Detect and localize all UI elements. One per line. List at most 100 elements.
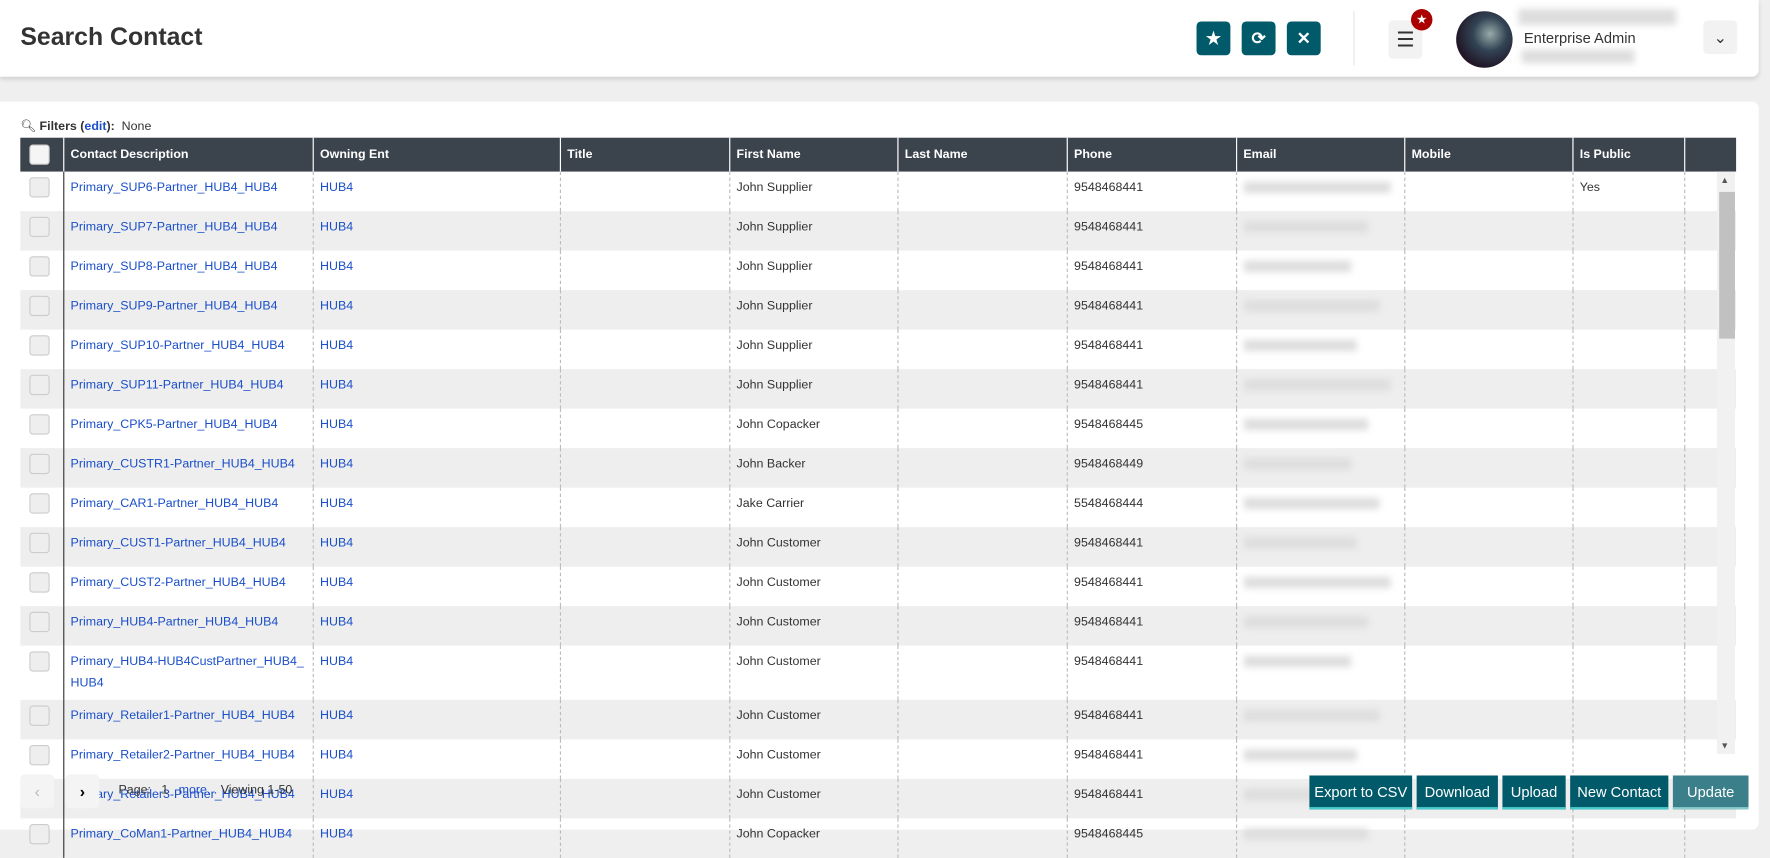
row-checkbox[interactable]	[29, 651, 50, 672]
table-row[interactable]: Primary_Retailer1-Partner_HUB4_HUB4 HUB4…	[20, 699, 1737, 740]
table-row[interactable]: Primary_SUP11-Partner_HUB4_HUB4 HUB4 Joh…	[20, 369, 1737, 409]
table-row[interactable]: Primary_HUB4-Partner_HUB4_HUB4 HUB4 John…	[20, 606, 1737, 646]
last-name-cell	[896, 487, 1067, 528]
contact-link[interactable]: Primary_CoMan1-Partner_HUB4_HUB4	[71, 827, 293, 841]
row-checkbox[interactable]	[29, 611, 50, 633]
table-row[interactable]: Primary_SUP6-Partner_HUB4_HUB4 HUB4 John…	[20, 171, 1737, 212]
filters-edit-link[interactable]: edit	[84, 120, 106, 134]
contact-link[interactable]: Primary_Retailer2-Partner_HUB4_HUB4	[71, 748, 295, 762]
contact-link[interactable]: Primary_SUP9-Partner_HUB4_HUB4	[71, 299, 278, 313]
update-button[interactable]: Update	[1672, 775, 1749, 810]
contact-link[interactable]: Primary_CPK5-Partner_HUB4_HUB4	[71, 418, 278, 432]
table-row[interactable]: Primary_SUP8-Partner_HUB4_HUB4 HUB4 John…	[20, 250, 1737, 291]
owning-ent-link[interactable]: HUB4	[320, 497, 353, 511]
export-csv-button[interactable]: Export to CSV	[1309, 775, 1413, 810]
owning-ent-link[interactable]: HUB4	[320, 827, 353, 841]
column-header[interactable]: Is Public	[1571, 137, 1685, 172]
row-checkbox[interactable]	[29, 493, 50, 514]
row-checkbox[interactable]	[29, 745, 50, 766]
owning-ent-link[interactable]: HUB4	[320, 260, 353, 274]
close-button[interactable]: ✕	[1286, 21, 1321, 56]
table-row[interactable]: Primary_CAR1-Partner_HUB4_HUB4 HUB4 Jake…	[20, 487, 1737, 528]
contact-link[interactable]: Primary_CAR1-Partner_HUB4_HUB4	[71, 497, 279, 511]
upload-button[interactable]: Upload	[1502, 775, 1566, 810]
table-row[interactable]: Primary_CPK5-Partner_HUB4_HUB4 HUB4 John…	[20, 408, 1737, 449]
table-row[interactable]: Primary_SUP7-Partner_HUB4_HUB4 HUB4 John…	[20, 211, 1737, 251]
contact-link[interactable]: Primary_Retailer1-Partner_HUB4_HUB4	[71, 709, 295, 723]
row-checkbox[interactable]	[29, 532, 50, 554]
close-icon: ✕	[1296, 29, 1311, 49]
column-header[interactable]: First Name	[728, 137, 898, 172]
scrollbar-thumb[interactable]	[1719, 191, 1735, 339]
row-checkbox[interactable]	[29, 216, 50, 238]
table-row[interactable]: Primary_Retailer2-Partner_HUB4_HUB4 HUB4…	[20, 739, 1737, 779]
row-checkbox[interactable]	[29, 414, 50, 435]
row-checkbox[interactable]	[29, 453, 50, 475]
contact-link[interactable]: Primary_SUP6-Partner_HUB4_HUB4	[71, 181, 278, 195]
table-row[interactable]: Primary_SUP10-Partner_HUB4_HUB4 HUB4 Joh…	[20, 329, 1737, 370]
new-contact-button[interactable]: New Contact	[1570, 775, 1669, 810]
contact-link[interactable]: Primary_SUP7-Partner_HUB4_HUB4	[71, 220, 278, 234]
owning-ent-link[interactable]: HUB4	[320, 655, 353, 669]
row-checkbox[interactable]	[29, 256, 50, 277]
contact-link[interactable]: Primary_CUST2-Partner_HUB4_HUB4	[71, 576, 286, 590]
table-row[interactable]: Primary_SUP9-Partner_HUB4_HUB4 HUB4 John…	[20, 290, 1737, 330]
column-header[interactable]: Phone	[1066, 137, 1237, 172]
table-row[interactable]: Primary_CUST2-Partner_HUB4_HUB4 HUB4 Joh…	[20, 566, 1737, 607]
title-cell	[559, 250, 730, 291]
table-row[interactable]: Primary_CoMan1-Partner_HUB4_HUB4 HUB4 Jo…	[20, 818, 1737, 858]
table-row[interactable]: Primary_HUB4-HUB4CustPartner_HUB4_HUB4 H…	[20, 645, 1737, 700]
contact-link[interactable]: Primary_SUP8-Partner_HUB4_HUB4	[71, 260, 278, 274]
contact-link[interactable]: Primary_SUP11-Partner_HUB4_HUB4	[71, 378, 284, 392]
contact-link[interactable]: Primary_CUSTR1-Partner_HUB4_HUB4	[71, 457, 295, 471]
table-row[interactable]: Primary_CUST1-Partner_HUB4_HUB4 HUB4 Joh…	[20, 527, 1737, 567]
row-checkbox[interactable]	[29, 335, 50, 356]
column-header[interactable]: Title	[559, 137, 730, 172]
owning-ent-link[interactable]: HUB4	[320, 457, 353, 471]
user-menu-button[interactable]: ⌄	[1703, 20, 1738, 55]
row-checkbox[interactable]	[29, 374, 50, 396]
contact-link[interactable]: Primary_HUB4-HUB4CustPartner_HUB4_HUB4	[71, 655, 304, 690]
column-header[interactable]: Owning Ent	[312, 137, 560, 172]
contact-link[interactable]: Primary_HUB4-Partner_HUB4_HUB4	[71, 615, 279, 629]
select-all-checkbox[interactable]	[20, 137, 64, 172]
owning-ent-link[interactable]: HUB4	[320, 709, 353, 723]
owning-ent-link[interactable]: HUB4	[320, 788, 353, 802]
owning-ent-link[interactable]: HUB4	[320, 536, 353, 550]
download-button[interactable]: Download	[1416, 775, 1498, 810]
owning-ent-link[interactable]: HUB4	[320, 615, 353, 629]
more-pages-link[interactable]: more...	[179, 783, 218, 797]
row-checkbox[interactable]	[29, 177, 50, 198]
prev-page-button[interactable]: ‹	[20, 774, 55, 809]
favorite-button[interactable]: ★	[1196, 21, 1231, 56]
owning-ent-link[interactable]: HUB4	[320, 181, 353, 195]
mobile-cell	[1403, 211, 1573, 251]
row-checkbox[interactable]	[29, 295, 50, 317]
owning-ent-link[interactable]: HUB4	[320, 299, 353, 313]
table-row[interactable]: Primary_CUSTR1-Partner_HUB4_HUB4 HUB4 Jo…	[20, 448, 1737, 488]
column-header[interactable]: Last Name	[896, 137, 1067, 172]
owning-ent-link[interactable]: HUB4	[320, 418, 353, 432]
owning-ent-link[interactable]: HUB4	[320, 576, 353, 590]
contact-link[interactable]: Primary_SUP10-Partner_HUB4_HUB4	[71, 339, 285, 353]
owning-ent-link[interactable]: HUB4	[320, 220, 353, 234]
owning-ent-link[interactable]: HUB4	[320, 748, 353, 762]
row-checkbox[interactable]	[29, 572, 50, 593]
is-public-cell	[1571, 818, 1685, 858]
next-page-button[interactable]: ›	[65, 774, 100, 809]
avatar[interactable]	[1456, 11, 1513, 68]
owning-ent-link[interactable]: HUB4	[320, 378, 353, 392]
contact-link[interactable]: Primary_CUST1-Partner_HUB4_HUB4	[71, 536, 286, 550]
column-header[interactable]: Email	[1235, 137, 1405, 172]
column-header[interactable]: Mobile	[1403, 137, 1573, 172]
email-cell-blurred	[1235, 290, 1405, 330]
row-checkbox[interactable]	[29, 705, 50, 726]
row-checkbox[interactable]	[29, 824, 50, 845]
title-cell	[559, 290, 730, 330]
notification-badge[interactable]: ★	[1411, 9, 1433, 31]
table-scrollbar[interactable]: ▲ ▼	[1716, 171, 1735, 755]
refresh-button[interactable]: ⟳	[1241, 21, 1276, 56]
email-cell-blurred	[1235, 448, 1405, 488]
column-header[interactable]: Contact Description	[62, 137, 313, 172]
owning-ent-link[interactable]: HUB4	[320, 339, 353, 353]
